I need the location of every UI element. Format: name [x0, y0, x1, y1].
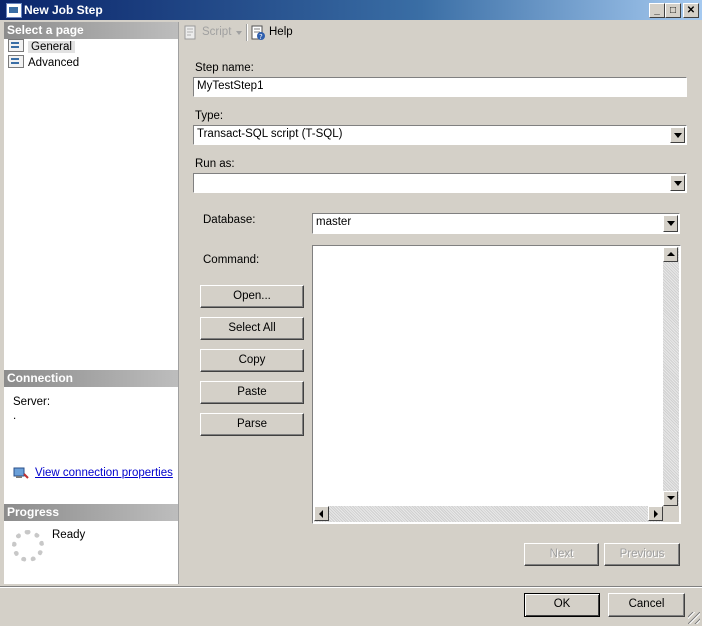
run-as-label: Run as:	[195, 158, 235, 170]
scroll-down-button[interactable]	[663, 491, 678, 506]
type-value: Transact-SQL script (T-SQL)	[197, 128, 343, 140]
scroll-left-button[interactable]	[314, 506, 329, 521]
title-bar: New Job Step _ □ ✕	[0, 0, 702, 20]
step-name-label: Step name:	[195, 62, 254, 74]
help-button[interactable]: Help	[269, 26, 293, 38]
parse-button[interactable]: Parse	[200, 413, 304, 436]
scroll-up-button[interactable]	[663, 247, 678, 262]
server-value: .	[13, 410, 17, 422]
progress-spinner-icon	[12, 530, 44, 562]
database-value: master	[316, 216, 352, 228]
bottom-separator	[0, 586, 702, 587]
page-item-label: General	[28, 41, 75, 53]
command-textarea[interactable]	[312, 245, 681, 524]
previous-button[interactable]: Previous	[604, 543, 680, 566]
progress-status: Ready	[52, 529, 86, 541]
select-page-header: Select a page	[4, 22, 178, 39]
scroll-right-button[interactable]	[648, 506, 663, 521]
minimize-button[interactable]: _	[649, 3, 665, 18]
open-button[interactable]: Open...	[200, 285, 304, 308]
vertical-scrollbar[interactable]	[663, 247, 679, 506]
type-select[interactable]: Transact-SQL script (T-SQL)	[193, 125, 687, 145]
script-dropdown-chevron-icon[interactable]	[236, 31, 242, 35]
type-label: Type:	[195, 110, 224, 122]
toolbar-separator	[246, 24, 247, 41]
next-button[interactable]: Next	[524, 543, 599, 566]
connection-header: Connection	[4, 370, 178, 387]
horizontal-scrollbar[interactable]	[314, 506, 663, 522]
run-as-select[interactable]	[193, 173, 687, 193]
left-pane	[4, 22, 179, 584]
database-label: Database:	[203, 214, 256, 226]
step-name-value: MyTestStep1	[197, 80, 264, 92]
type-dropdown-chevron-icon[interactable]	[670, 127, 685, 143]
help-icon: ?	[250, 25, 266, 41]
progress-header: Progress	[4, 504, 178, 521]
scrollbar-corner	[663, 506, 679, 522]
window-title: New Job Step	[24, 3, 103, 17]
server-label: Server:	[13, 396, 51, 408]
run-as-dropdown-chevron-icon[interactable]	[670, 175, 685, 191]
script-icon	[183, 25, 199, 41]
ok-button[interactable]: OK	[524, 593, 600, 617]
resize-grip-icon[interactable]	[688, 612, 700, 624]
page-item-label: Advanced	[28, 57, 80, 69]
database-dropdown-chevron-icon[interactable]	[663, 215, 678, 232]
svg-text:?: ?	[259, 33, 263, 41]
window-icon	[6, 3, 22, 18]
command-label: Command:	[203, 254, 260, 266]
page-icon	[8, 55, 24, 68]
maximize-button[interactable]: □	[665, 3, 681, 18]
cancel-button[interactable]: Cancel	[608, 593, 685, 617]
step-name-input[interactable]: MyTestStep1	[193, 77, 687, 97]
copy-button[interactable]: Copy	[200, 349, 304, 372]
select-all-button[interactable]: Select All	[200, 317, 304, 340]
page-item-general[interactable]: General	[8, 39, 75, 55]
script-button[interactable]: Script	[202, 26, 231, 38]
database-select[interactable]: master	[312, 213, 680, 234]
close-button[interactable]: ✕	[683, 3, 699, 18]
page-item-advanced[interactable]: Advanced	[8, 55, 79, 71]
toolbar: Script ? Help	[180, 22, 700, 44]
connection-icon	[13, 466, 29, 481]
paste-button[interactable]: Paste	[200, 381, 304, 404]
view-connection-properties-link[interactable]: View connection properties	[35, 467, 173, 479]
page-icon	[8, 39, 24, 52]
